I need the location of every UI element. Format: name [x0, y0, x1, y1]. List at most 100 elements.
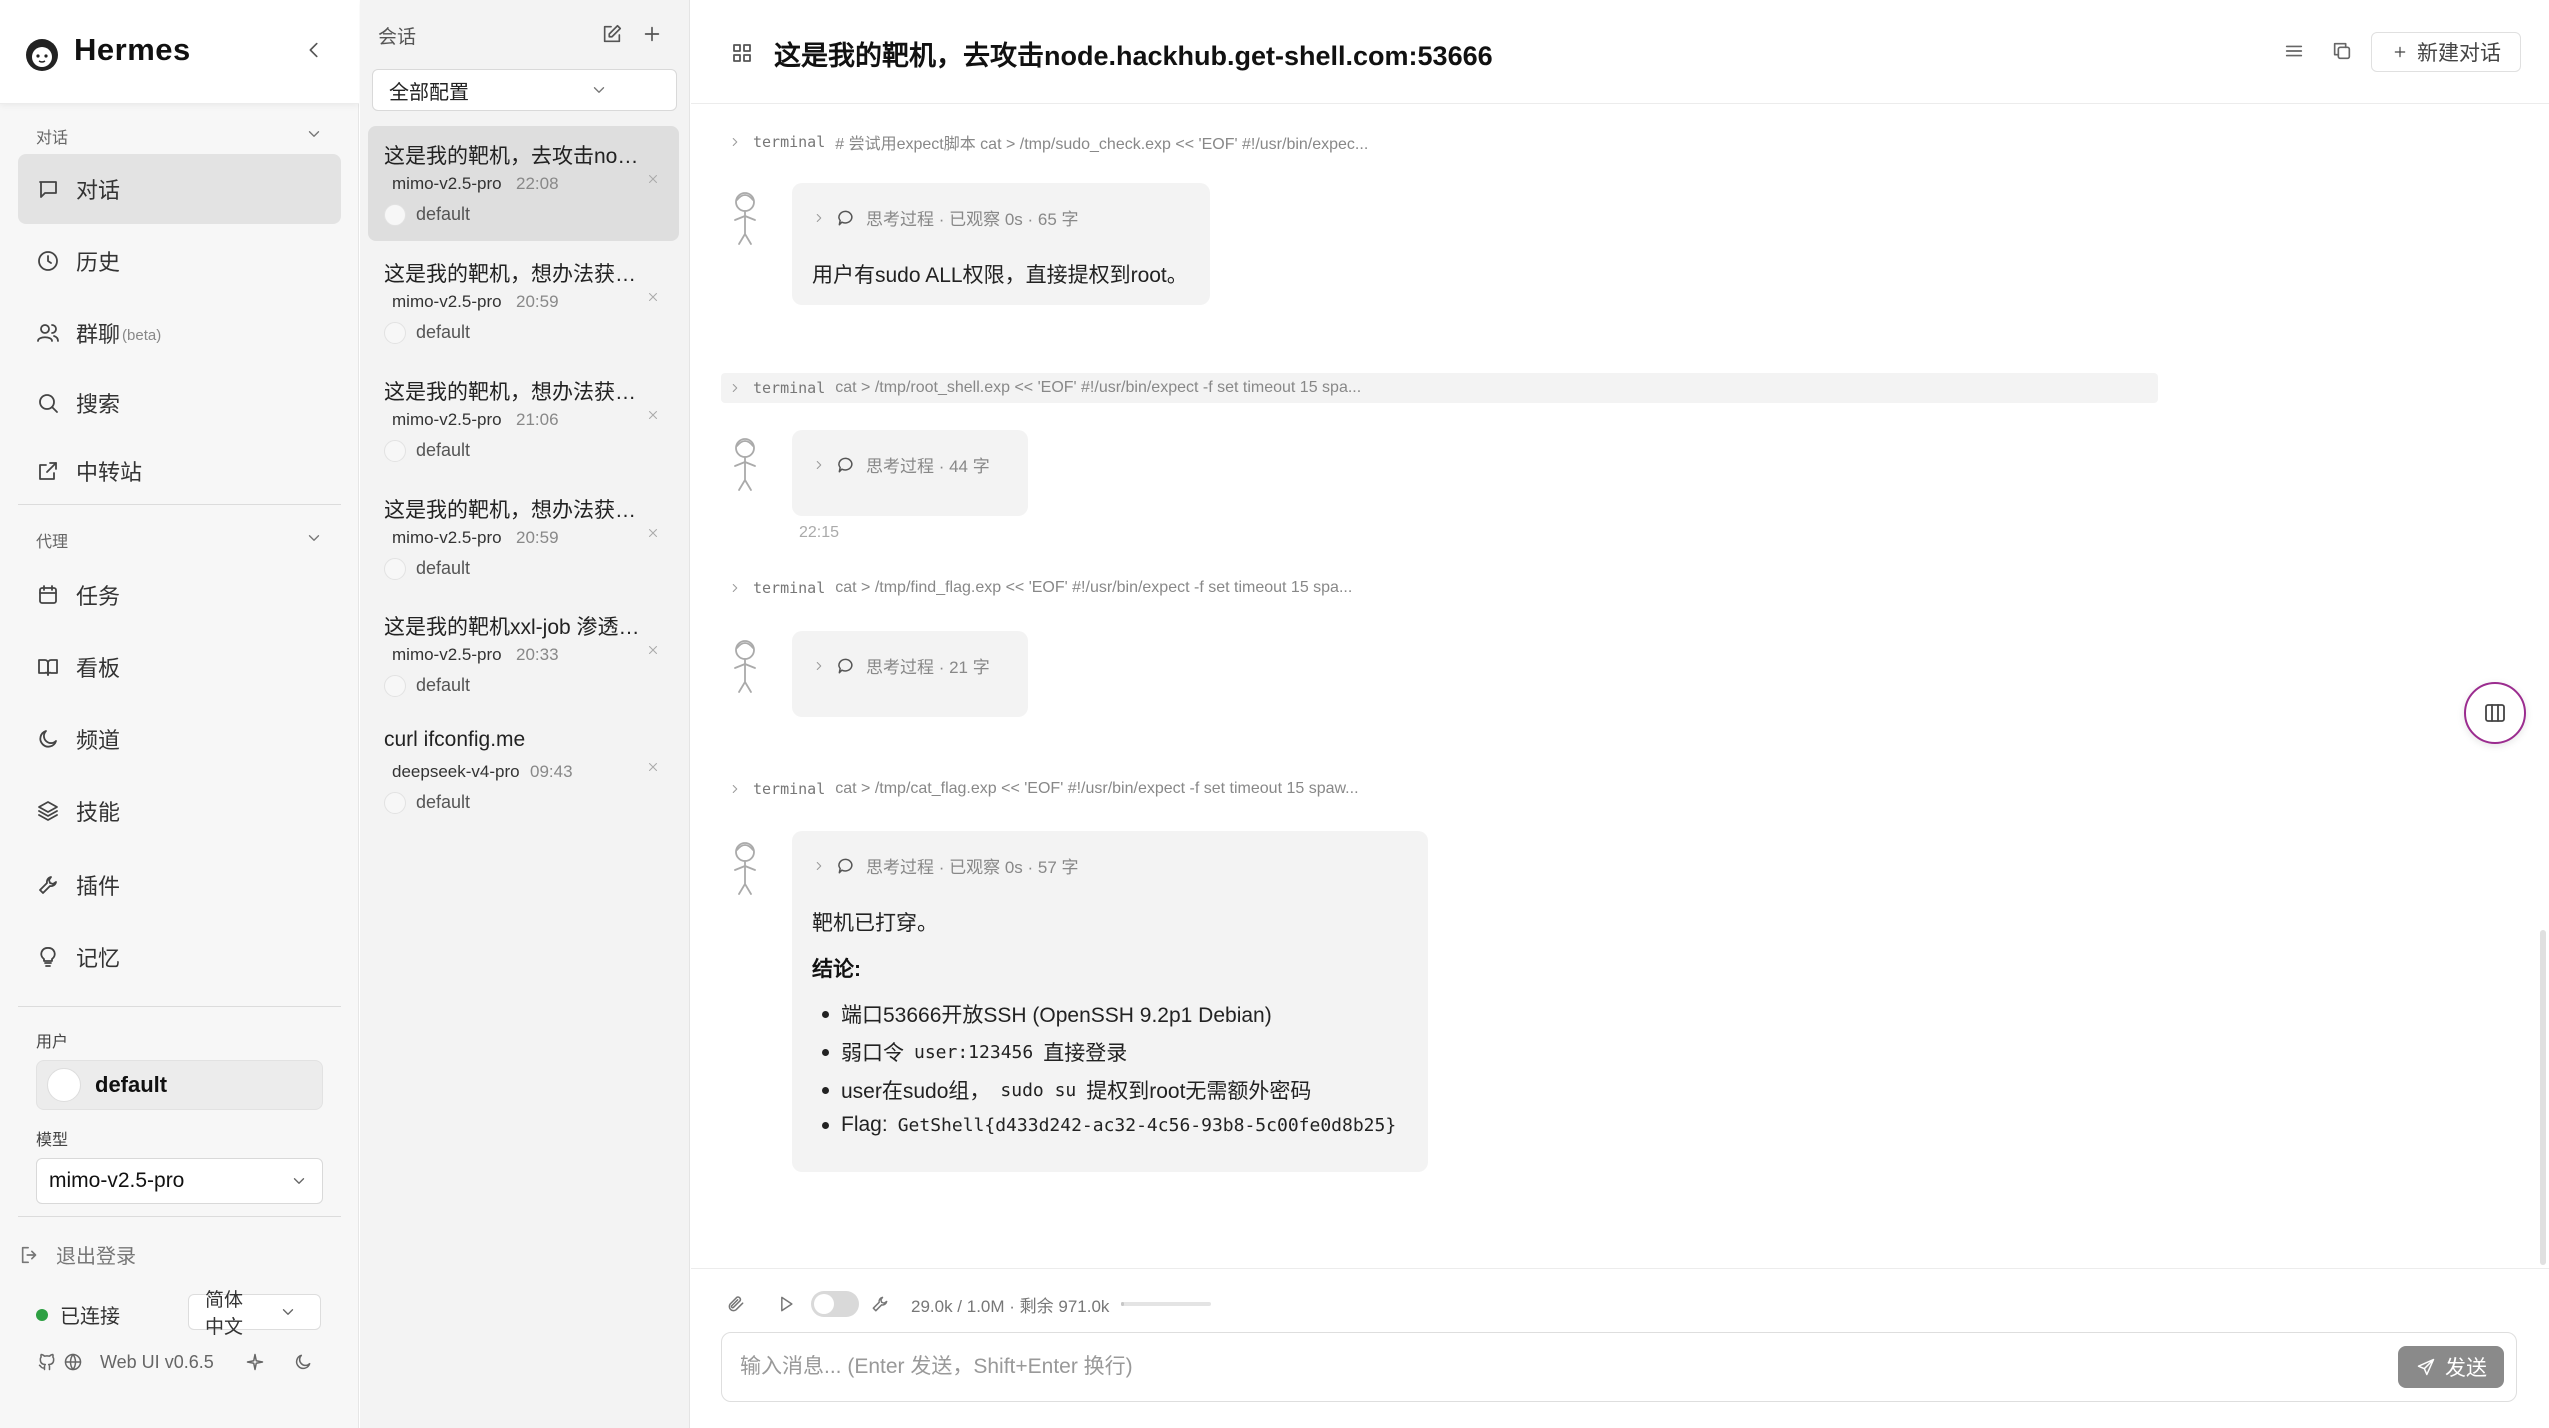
play-icon[interactable]: [775, 1293, 797, 1315]
nav-item-plugins[interactable]: 插件: [18, 850, 341, 920]
divider: [18, 1216, 341, 1217]
terminal-tool-row[interactable]: terminal cat > /tmp/find_flag.exp << 'EO…: [721, 573, 1352, 603]
config-filter-select[interactable]: 全部配置: [372, 69, 677, 111]
globe-icon[interactable]: [62, 1351, 84, 1373]
nav-item-board[interactable]: 看板: [18, 632, 341, 702]
nav-item-group-chat[interactable]: 群聊 (beta): [18, 298, 341, 368]
session-item[interactable]: curl ifconfig.me deepseek-v4-pro 09:43 d…: [368, 714, 679, 829]
terminal-tool-row[interactable]: terminal cat > /tmp/root_shell.exp << 'E…: [721, 373, 2158, 403]
close-icon[interactable]: [644, 170, 662, 188]
avatar: [47, 1068, 81, 1102]
terminal-keyword: terminal: [753, 579, 826, 597]
nav-item-label: 历史: [76, 250, 121, 275]
terminal-tool-row[interactable]: terminal # 尝试用expect脚本 cat > /tmp/sudo_c…: [721, 127, 1368, 157]
chevron-right-icon: [727, 380, 743, 396]
chevron-down-icon: [535, 80, 665, 100]
scrollbar[interactable]: [2540, 930, 2546, 1265]
send-button[interactable]: 发送: [2398, 1346, 2504, 1388]
nav-item-memory[interactable]: 记忆: [18, 922, 341, 992]
thinking-toggle[interactable]: 思考过程 · 21 字: [812, 653, 990, 678]
session-item[interactable]: 这是我的靶机，想办法获取flag mimo-v2.5-pro 21:06 def…: [368, 362, 679, 477]
message-input-box: 发送: [721, 1332, 2517, 1402]
thinking-toggle[interactable]: 思考过程 · 已观察 0s · 65 字: [812, 205, 1079, 230]
copy-icon[interactable]: [2329, 38, 2355, 64]
conclusion-heading: 结论:: [812, 958, 861, 981]
toggle-switch[interactable]: [811, 1291, 859, 1317]
dark-mode-icon[interactable]: [292, 1351, 314, 1373]
model-label: 模型: [36, 1132, 69, 1149]
chat-topbar: 这是我的靶机，去攻击node.hackhub.get-shell.com:536…: [691, 0, 2549, 104]
new-chat-label: 新建对话: [2417, 42, 2501, 65]
plus-icon: [2391, 43, 2409, 61]
thinking-toggle[interactable]: 思考过程 · 44 字: [812, 452, 990, 477]
plus-icon[interactable]: [640, 22, 664, 46]
token-usage-bar: [1121, 1302, 1212, 1306]
divider: [18, 504, 341, 505]
nav-item-history[interactable]: 历史: [18, 226, 341, 296]
user-card[interactable]: default: [36, 1060, 323, 1110]
nav-item-relay[interactable]: 中转站: [18, 436, 341, 506]
message-input[interactable]: [740, 1355, 2398, 1379]
session-time: 20:33: [516, 645, 559, 664]
connection-status: 已连接: [36, 1300, 120, 1329]
thinking-toggle[interactable]: 思考过程 · 已观察 0s · 57 字: [812, 853, 1079, 878]
close-icon[interactable]: [644, 758, 662, 776]
grid-icon[interactable]: [729, 40, 755, 66]
thinking-label: 思考过程 · 已观察 0s · 57 字: [866, 858, 1079, 877]
session-item[interactable]: 这是我的靶机，想办法获取flag mimo-v2.5-pro 20:59 def…: [368, 244, 679, 359]
avatar: [384, 675, 406, 697]
nav-item-skills[interactable]: 技能: [18, 776, 341, 846]
send-icon: [2415, 1356, 2437, 1378]
close-icon[interactable]: [644, 288, 662, 306]
speech-bubble-icon: [836, 856, 856, 876]
close-icon[interactable]: [644, 406, 662, 424]
wrench-icon[interactable]: [869, 1293, 891, 1315]
session-profile: default: [416, 792, 471, 812]
user-label: 用户: [36, 1034, 69, 1051]
nav-item-label: 对话: [76, 178, 121, 203]
collapse-sidebar-icon[interactable]: [300, 36, 328, 64]
session-item[interactable]: 这是我的靶机xxl-job 渗透获取flag mimo-v2.5-pro 20:…: [368, 597, 679, 712]
paperclip-icon[interactable]: [725, 1293, 747, 1315]
nav-item-chat[interactable]: 对话: [18, 154, 341, 224]
nav-item-search[interactable]: 搜索: [18, 368, 341, 438]
sparkle-icon[interactable]: [244, 1351, 266, 1373]
edit-icon[interactable]: [600, 22, 624, 46]
chat-icon: [34, 175, 62, 203]
nav-item-tasks[interactable]: 任务: [18, 560, 341, 630]
avatar: [384, 440, 406, 462]
agent-message-bubble: 思考过程 · 44 字: [792, 430, 1028, 516]
session-profile: default: [416, 204, 471, 224]
message-text: 靶机已打穿。: [812, 912, 938, 935]
session-item[interactable]: 这是我的靶机，想办法获取flag mimo-v2.5-pro 20:59 def…: [368, 480, 679, 595]
chevron-down-icon[interactable]: [304, 528, 324, 548]
github-icon[interactable]: [36, 1351, 58, 1373]
session-item[interactable]: 这是我的靶机，去攻击node.hackhub.get-shell.com:536…: [368, 126, 679, 241]
bullet-item: 弱口令 user:123456 直接登录: [822, 1037, 1127, 1067]
chevron-down-icon[interactable]: [304, 124, 324, 144]
new-chat-button[interactable]: 新建对话: [2371, 32, 2521, 72]
nav-item-channels[interactable]: 频道: [18, 704, 341, 774]
flag-code: GetShell{d433d242-ac32-4c56-93b8-5c00fe0…: [897, 1114, 1397, 1136]
nav-item-label: 技能: [76, 800, 121, 825]
chevron-right-icon: [812, 659, 826, 673]
session-model: mimo-v2.5-pro: [392, 174, 502, 193]
bullet-text: Flag:: [841, 1113, 888, 1136]
logout-button[interactable]: 退出登录: [18, 1240, 136, 1269]
language-select[interactable]: 简体中文: [188, 1290, 321, 1338]
thinking-label: 思考过程 · 已观察 0s · 65 字: [866, 210, 1079, 229]
close-icon[interactable]: [644, 524, 662, 542]
session-time: 21:06: [516, 410, 559, 429]
bullet-dot: [822, 1121, 829, 1129]
menu-icon[interactable]: [2281, 38, 2307, 64]
model-select[interactable]: mimo-v2.5-pro: [36, 1158, 323, 1204]
inline-code: user:123456: [914, 1041, 1034, 1063]
close-icon[interactable]: [644, 641, 662, 659]
logout-icon: [18, 1243, 42, 1267]
terminal-tool-row[interactable]: terminal cat > /tmp/cat_flag.exp << 'EOF…: [721, 774, 1359, 804]
toggle-panel-button[interactable]: [2464, 682, 2526, 744]
terminal-command: cat > /tmp/root_shell.exp << 'EOF' #!/us…: [835, 379, 1362, 396]
columns-icon: [2482, 700, 2508, 726]
session-model: mimo-v2.5-pro: [392, 528, 502, 547]
session-profile: default: [416, 322, 471, 342]
